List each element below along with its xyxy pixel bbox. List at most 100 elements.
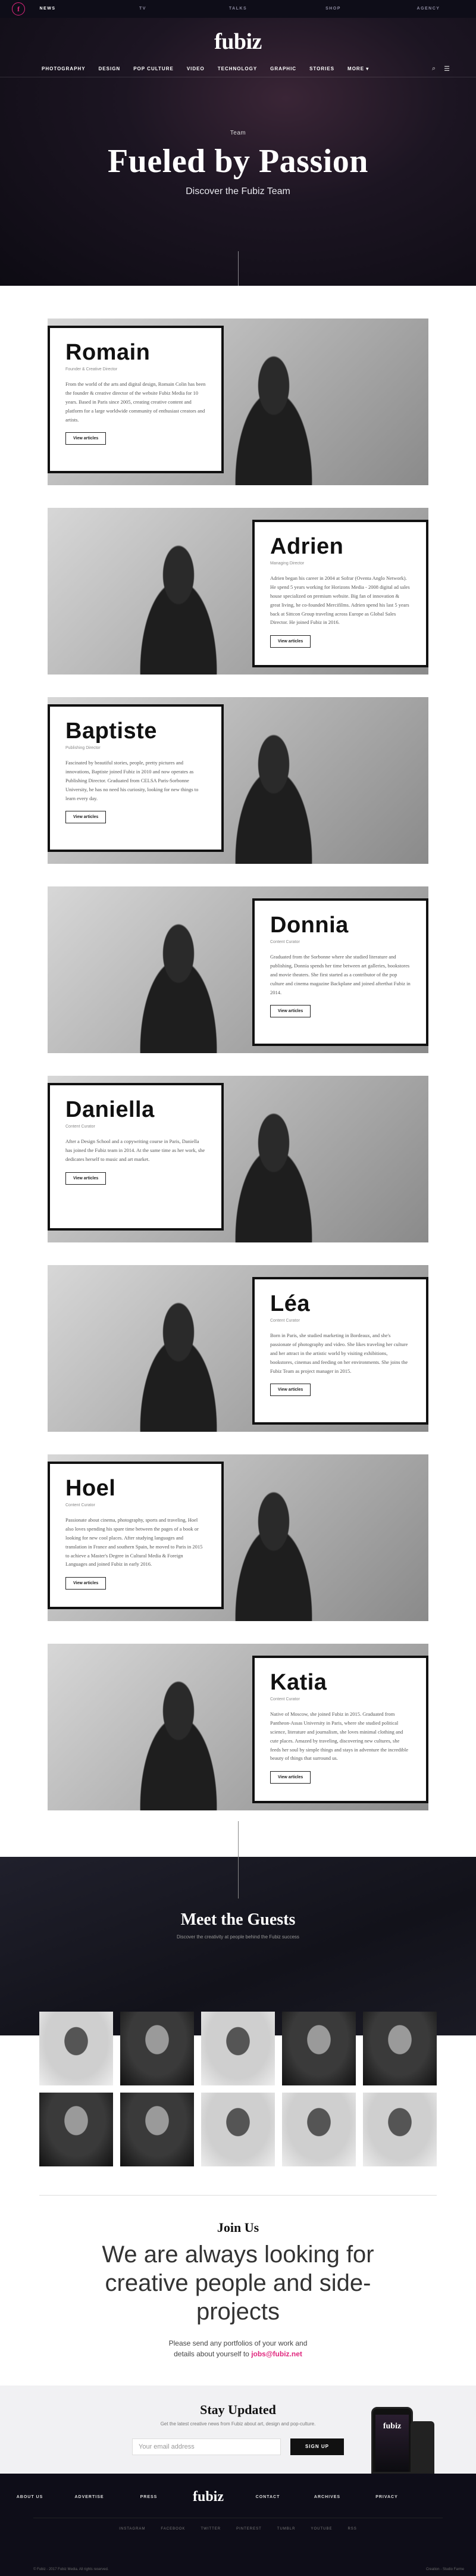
footer-link-press[interactable]: PRESS — [119, 2495, 178, 2499]
chevron-down-icon: ▾ — [366, 66, 369, 71]
view-articles-button[interactable]: View articles — [65, 432, 107, 445]
member-role: Founder & Creative Director — [65, 367, 118, 371]
nav-more[interactable]: MORE ▾ — [347, 66, 369, 71]
top-link-tv[interactable]: TV — [95, 0, 190, 18]
guests-section: Meet the Guests Discover the creativity … — [0, 1821, 476, 2166]
member-name: Baptiste — [65, 719, 157, 744]
page: f NEWS TV TALKS SHOP AGENCY fubiz PHOTOG… — [0, 0, 476, 2576]
team-member: Daniella Content Curator After a Design … — [0, 1076, 476, 1265]
footer-brand[interactable]: fubiz — [178, 2489, 238, 2505]
member-name: Katia — [270, 1670, 327, 1695]
team-member: Léa Content Curator Born in Paris, she s… — [0, 1265, 476, 1454]
instagram-link[interactable]: INSTAGRAM — [119, 2527, 145, 2531]
tumblr-link[interactable]: TUMBLR — [277, 2527, 296, 2531]
team-member: Romain Founder & Creative Director From … — [0, 319, 476, 508]
member-card: Katia Content Curator Native of Moscow, … — [252, 1656, 428, 1803]
nav-video[interactable]: VIDEO — [187, 66, 205, 71]
sign-up-button[interactable]: SIGN UP — [290, 2438, 344, 2455]
footer-link-about[interactable]: ABOUT US — [0, 2495, 60, 2499]
member-card: Adrien Managing Director Adrien began hi… — [252, 520, 428, 667]
member-name: Daniella — [65, 1097, 155, 1122]
member-bio: Passionate about cinema, photography, sp… — [65, 1517, 203, 1568]
email-field[interactable]: Your email address — [132, 2438, 281, 2455]
view-articles-button[interactable]: View articles — [65, 1172, 107, 1185]
nav-technology[interactable]: TECHNOLOGY — [218, 66, 257, 71]
member-bio: Graduated from the Sorbonne where she st… — [270, 954, 411, 995]
member-bio: After a Design School and a copywriting … — [65, 1138, 205, 1162]
nav-design[interactable]: DESIGN — [99, 66, 121, 71]
divider-line — [238, 1821, 239, 1899]
top-link-shop[interactable]: SHOP — [286, 0, 381, 18]
hero-subtitle: Discover the Fubiz Team — [186, 186, 290, 196]
guests-subtitle: Discover the creativity at people behind… — [177, 1934, 299, 1940]
phone-brand: fubiz — [375, 2415, 409, 2472]
social-links: INSTAGRAM FACEBOOK TWITTER PINTEREST TUM… — [0, 2527, 476, 2531]
join-line-2: details about yourself to — [174, 2350, 252, 2358]
youtube-link[interactable]: YOUTUBE — [311, 2527, 332, 2531]
footer-link-privacy[interactable]: PRIVACY — [357, 2495, 416, 2499]
member-role: Content Curator — [270, 1697, 300, 1701]
team-member: Hoel Content Curator Passionate about ci… — [0, 1454, 476, 1644]
team-member: Katia Content Curator Native of Moscow, … — [0, 1644, 476, 1833]
rss-link[interactable]: RSS — [347, 2527, 356, 2531]
member-role: Content Curator — [270, 940, 300, 944]
hero-eyebrow: Team — [230, 130, 246, 136]
footer-link-advertise[interactable]: ADVERTISE — [60, 2495, 119, 2499]
member-role: Managing Director — [270, 561, 305, 566]
footer-link-archives[interactable]: ARCHIVES — [298, 2495, 357, 2499]
member-name: Romain — [65, 340, 151, 365]
jobs-email-link[interactable]: jobs@fubiz.net — [251, 2350, 302, 2358]
join-title: Join Us — [217, 2220, 259, 2235]
nav-graphic[interactable]: GRAPHIC — [270, 66, 296, 71]
footer-link-contact[interactable]: CONTACT — [238, 2495, 298, 2499]
top-link-agency[interactable]: AGENCY — [381, 0, 476, 18]
view-articles-button[interactable]: View articles — [270, 1005, 311, 1018]
divider — [39, 2195, 437, 2196]
view-articles-button[interactable]: View articles — [65, 1577, 107, 1590]
join-section: Join Us We are always looking for creati… — [0, 2035, 476, 2385]
pinterest-link[interactable]: PINTEREST — [236, 2527, 262, 2531]
team-member: Baptiste Publishing Director Fascinated … — [0, 697, 476, 886]
member-card: Donnia Content Curator Graduated from th… — [252, 898, 428, 1046]
member-bio: From the world of the arts and digital d… — [65, 381, 206, 423]
member-role: Content Curator — [270, 1319, 300, 1323]
phone-mockup: fubiz — [371, 2407, 413, 2474]
brand-logo[interactable]: fubiz — [0, 18, 476, 55]
member-name: Hoel — [65, 1476, 116, 1501]
nav-pop-culture[interactable]: POP CULTURE — [133, 66, 174, 71]
copyright: © Fubiz - 2017 Fubiz Media. All rights r… — [33, 2568, 109, 2571]
footer-links: ABOUT US ADVERTISE PRESS fubiz CONTACT A… — [0, 2474, 476, 2506]
newsletter-section: Stay Updated Get the latest creative new… — [0, 2385, 476, 2474]
hero-title: Fueled by Passion — [108, 143, 368, 180]
main-nav: PHOTOGRAPHY DESIGN POP CULTURE VIDEO TEC… — [0, 61, 476, 77]
member-card: Baptiste Publishing Director Fascinated … — [48, 704, 224, 852]
team-member: Adrien Managing Director Adrien began hi… — [0, 508, 476, 697]
twitter-link[interactable]: TWITTER — [201, 2527, 221, 2531]
member-card: Léa Content Curator Born in Paris, she s… — [252, 1277, 428, 1425]
top-link-news[interactable]: NEWS — [0, 0, 95, 18]
menu-icon[interactable]: ☰ — [444, 65, 450, 73]
member-bio: Adrien began his career in 2004 at Sofra… — [270, 575, 410, 626]
view-articles-button[interactable]: View articles — [270, 635, 311, 648]
member-bio: Born in Paris, she studied marketing in … — [270, 1332, 408, 1374]
member-card: Daniella Content Curator After a Design … — [48, 1083, 224, 1231]
join-line-1: Please send any portfolios of your work … — [168, 2339, 308, 2347]
member-role: Content Curator — [65, 1125, 95, 1129]
view-articles-button[interactable]: View articles — [270, 1771, 311, 1784]
facebook-link[interactable]: FACEBOOK — [161, 2527, 185, 2531]
view-articles-button[interactable]: View articles — [65, 811, 107, 824]
join-text: Please send any portfolios of your work … — [0, 2338, 476, 2359]
view-articles-button[interactable]: View articles — [270, 1384, 311, 1397]
nav-stories[interactable]: STORIES — [309, 66, 334, 71]
member-bio: Fascinated by beautiful stories, people,… — [65, 760, 199, 801]
member-name: Adrien — [270, 534, 344, 559]
top-bar: f NEWS TV TALKS SHOP AGENCY — [0, 0, 476, 18]
nav-more-label: MORE — [347, 66, 365, 71]
nav-photography[interactable]: PHOTOGRAPHY — [42, 66, 86, 71]
top-links: NEWS TV TALKS SHOP AGENCY — [0, 0, 476, 18]
member-card: Romain Founder & Creative Director From … — [48, 326, 224, 473]
member-name: Donnia — [270, 913, 349, 938]
search-icon[interactable]: ⌕ — [432, 65, 436, 73]
top-link-talks[interactable]: TALKS — [190, 0, 286, 18]
member-role: Content Curator — [65, 1503, 95, 1507]
